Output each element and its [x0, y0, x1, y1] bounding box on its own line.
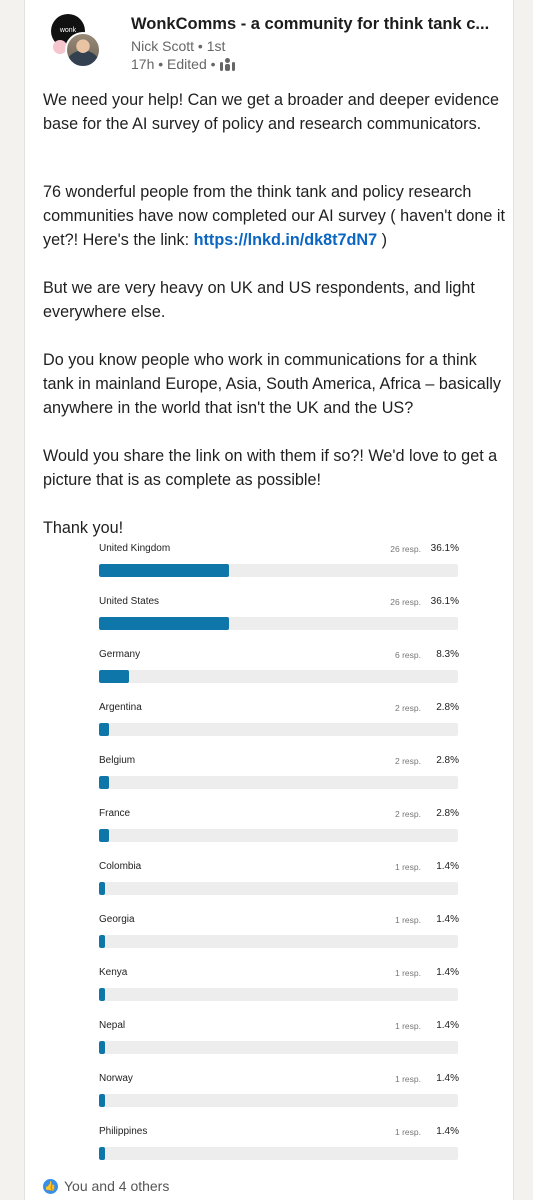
poll-percent-label: 1.4% [436, 1126, 459, 1137]
like-icon: 👍 [43, 1178, 58, 1194]
poll-response-count: 1 resp. [395, 915, 421, 925]
survey-link[interactable]: https://lnkd.in/dk8t7dN7 [194, 231, 377, 249]
poll-percent-label: 8.3% [436, 649, 459, 660]
reactions-count[interactable]: You and 4 others [64, 1178, 169, 1194]
poll-category-label: Argentina [99, 702, 142, 713]
poll-bar-track [99, 1147, 458, 1160]
poll-bar [99, 670, 129, 683]
poll-bar-track [99, 829, 458, 842]
poll-bar-track [99, 617, 458, 630]
poll-bar [99, 935, 105, 948]
post-paragraph: Thank you! [43, 519, 124, 537]
poll-percent-label: 2.8% [436, 808, 459, 819]
poll-row: France 2 resp. 2.8% [99, 805, 459, 858]
post-paragraph: Would you share the link on with them if… [43, 447, 498, 489]
post-header: WonkComms - a community for think tank c… [131, 15, 511, 72]
post-text-span: ) [377, 231, 388, 249]
poll-response-count: 2 resp. [395, 756, 421, 766]
poll-row: United States 26 resp. 36.1% [99, 593, 459, 646]
poll-percent-label: 36.1% [430, 543, 459, 554]
poll-bar-track [99, 670, 458, 683]
poll-bar [99, 776, 110, 789]
poll-percent-label: 1.4% [436, 914, 459, 925]
poll-row: Colombia 1 resp. 1.4% [99, 858, 459, 911]
poll-row: Germany 6 resp. 8.3% [99, 646, 459, 699]
poll-percent-label: 2.8% [436, 755, 459, 766]
poll-response-count: 6 resp. [395, 650, 421, 660]
poll-row: Belgium 2 resp. 2.8% [99, 752, 459, 805]
poll-bar [99, 882, 105, 895]
poll-bar-track [99, 776, 458, 789]
poll-response-count: 1 resp. [395, 862, 421, 872]
poll-row: Kenya 1 resp. 1.4% [99, 964, 459, 1017]
poll-bar-track [99, 882, 458, 895]
poll-category-label: Belgium [99, 755, 136, 766]
poll-bar [99, 723, 110, 736]
poll-response-count: 1 resp. [395, 1127, 421, 1137]
group-members-icon [219, 57, 235, 71]
poll-response-count: 1 resp. [395, 1074, 421, 1084]
author-avatar[interactable] [65, 32, 101, 68]
poll-category-label: Germany [99, 649, 141, 660]
poll-category-label: United States [99, 596, 160, 607]
poll-category-label: Kenya [99, 967, 128, 978]
post-text: We need your help! Can we get a broader … [43, 88, 505, 540]
poll-row: Norway 1 resp. 1.4% [99, 1070, 459, 1123]
poll-response-count: 1 resp. [395, 1021, 421, 1031]
poll-bar [99, 988, 105, 1001]
poll-row: Nepal 1 resp. 1.4% [99, 1017, 459, 1070]
poll-percent-label: 1.4% [436, 1073, 459, 1084]
poll-category-label: France [99, 808, 131, 819]
group-name-link[interactable]: WonkComms - a community for think tank c… [131, 15, 511, 34]
poll-bar [99, 1094, 105, 1107]
post-avatar-group[interactable]: wonk [51, 14, 119, 70]
poll-category-label: Nepal [99, 1020, 126, 1031]
poll-bar [99, 564, 229, 577]
poll-percent-label: 1.4% [436, 861, 459, 872]
poll-bar [99, 617, 229, 630]
author-name[interactable]: Nick Scott • 1st [131, 38, 511, 54]
post-meta: 17h • Edited • [131, 56, 511, 72]
poll-row: United Kingdom 26 resp. 36.1% [99, 540, 459, 593]
poll-category-label: Georgia [99, 914, 135, 925]
poll-response-count: 26 resp. [390, 597, 421, 607]
poll-percent-label: 36.1% [430, 596, 459, 607]
post-paragraph: 76 wonderful people from the think tank … [43, 180, 505, 252]
poll-category-label: Norway [99, 1073, 133, 1084]
poll-category-label: United Kingdom [99, 543, 171, 554]
poll-percent-label: 2.8% [436, 702, 459, 713]
poll-percent-label: 1.4% [436, 1020, 459, 1031]
post-paragraph: We need your help! Can we get a broader … [43, 91, 499, 133]
poll-bar-track [99, 988, 458, 1001]
post-card: wonk WonkComms - a community for think t… [24, 0, 514, 1200]
post-paragraph: But we are very heavy on UK and US respo… [43, 279, 475, 321]
poll-response-count: 2 resp. [395, 809, 421, 819]
poll-bar-track [99, 1041, 458, 1054]
poll-percent-label: 1.4% [436, 967, 459, 978]
poll-response-count: 26 resp. [390, 544, 421, 554]
reactions-bar[interactable]: 👍 You and 4 others [43, 1178, 169, 1194]
poll-bar [99, 1147, 105, 1160]
poll-category-label: Philippines [99, 1126, 148, 1137]
poll-bar-track [99, 564, 458, 577]
post-timestamp: 17h • Edited • [131, 56, 216, 72]
poll-bar-track [99, 1094, 458, 1107]
poll-row: Philippines 1 resp. 1.4% [99, 1123, 459, 1176]
poll-response-count: 1 resp. [395, 968, 421, 978]
post-paragraph: Do you know people who work in communica… [43, 351, 501, 417]
poll-category-label: Colombia [99, 861, 142, 872]
poll-bar [99, 1041, 105, 1054]
poll-row: Georgia 1 resp. 1.4% [99, 911, 459, 964]
poll-response-count: 2 resp. [395, 703, 421, 713]
poll-bar-track [99, 935, 458, 948]
survey-results-chart: United Kingdom 26 resp. 36.1% United States… [99, 540, 459, 1176]
poll-bar-track [99, 723, 458, 736]
poll-row: Argentina 2 resp. 2.8% [99, 699, 459, 752]
poll-bar [99, 829, 110, 842]
